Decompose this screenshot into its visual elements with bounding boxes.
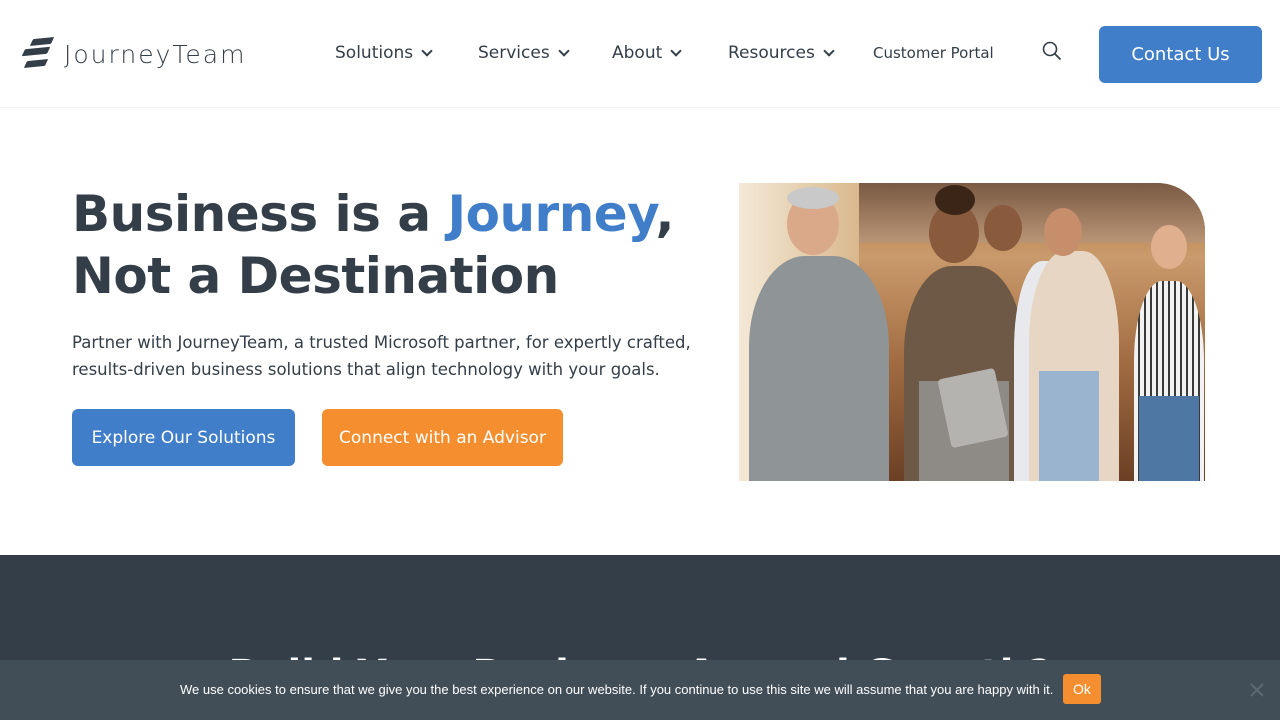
hero-title-accent: Journey [447, 185, 656, 243]
hero-title-part1: Business is a [72, 185, 448, 243]
hero-title: Business is a Journey, Not a Destination [72, 183, 674, 307]
nav-item-customer-portal[interactable]: Customer Portal [873, 44, 994, 62]
chevron-down-icon [558, 44, 570, 57]
close-icon[interactable] [1249, 682, 1265, 698]
logo-mark-icon [20, 36, 60, 72]
chevron-down-icon [670, 44, 682, 57]
hero-title-line2: Not a Destination [72, 247, 559, 305]
nav-item-services[interactable]: Services [478, 43, 570, 63]
hero-title-part2: , [655, 185, 674, 243]
explore-solutions-button[interactable]: Explore Our Solutions [72, 409, 295, 466]
nav-label: About [612, 43, 663, 63]
nav-item-resources[interactable]: Resources [728, 43, 835, 63]
site-header: JourneyTeam Solutions Services About Res… [0, 0, 1280, 108]
nav-label: Customer Portal [873, 44, 994, 62]
nav-item-solutions[interactable]: Solutions [335, 43, 433, 63]
nav-label: Services [478, 43, 550, 63]
chevron-down-icon [823, 44, 835, 57]
search-icon[interactable] [1042, 41, 1062, 61]
cookie-message: We use cookies to ensure that we give yo… [180, 682, 1054, 697]
logo-text: JourneyTeam [64, 39, 247, 69]
nav-label: Resources [728, 43, 815, 63]
cookie-ok-button[interactable]: Ok [1063, 674, 1101, 704]
contact-us-button[interactable]: Contact Us [1099, 26, 1262, 83]
nav-item-about[interactable]: About [612, 43, 682, 63]
hero-subtitle: Partner with JourneyTeam, a trusted Micr… [72, 333, 691, 379]
chevron-down-icon [421, 44, 433, 57]
logo[interactable]: JourneyTeam [20, 36, 246, 72]
connect-advisor-button[interactable]: Connect with an Advisor [322, 409, 563, 466]
hero-image [739, 183, 1205, 481]
nav-label: Solutions [335, 43, 414, 63]
